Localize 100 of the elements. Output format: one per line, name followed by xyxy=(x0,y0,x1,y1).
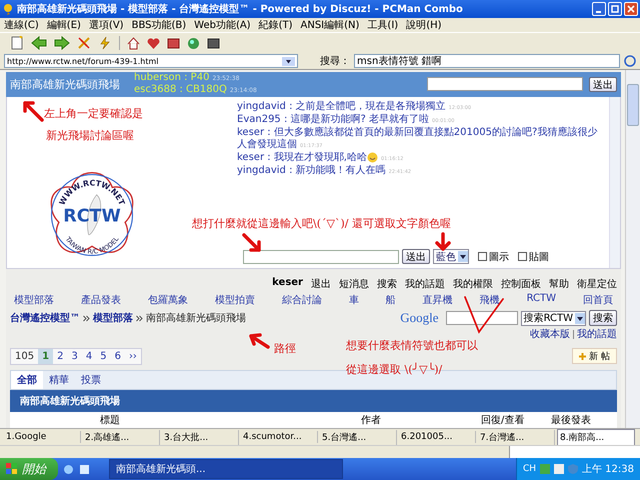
forward-arrow-icon[interactable] xyxy=(54,36,70,50)
browser-tab[interactable]: 8.南部高... xyxy=(557,428,635,446)
search-button[interactable]: 搜索 xyxy=(589,310,617,326)
annotation-text: 路徑 xyxy=(274,341,296,356)
lightning-icon[interactable] xyxy=(98,36,112,50)
globe-icon[interactable] xyxy=(187,36,200,50)
user-link[interactable]: 退出 xyxy=(311,277,331,291)
breadcrumb-item: 南部高雄新光碼頭飛場 xyxy=(146,312,246,325)
nav-link[interactable]: RCTW xyxy=(526,293,556,307)
quick-launch-icon[interactable] xyxy=(63,464,74,474)
nav-link[interactable]: 綜合討論 xyxy=(282,293,322,307)
new-page-icon[interactable] xyxy=(10,36,24,50)
page-link[interactable]: 1 xyxy=(38,348,54,364)
browser-tab[interactable]: 7.台灣遙... xyxy=(478,430,555,444)
nav-link[interactable]: 飛機 xyxy=(480,293,500,307)
browser-tab[interactable]: 5.台灣遙... xyxy=(320,430,397,444)
page-total: 105 xyxy=(14,350,36,364)
close-icon xyxy=(627,5,635,13)
menu-item[interactable]: 紀錄(T) xyxy=(258,18,293,32)
menu-item[interactable]: 連線(C) xyxy=(4,18,39,32)
page-link[interactable]: 6 xyxy=(110,348,125,364)
minimize-button[interactable] xyxy=(592,2,606,16)
page-link[interactable]: 4 xyxy=(82,348,96,364)
nav-link[interactable]: 車 xyxy=(348,293,359,307)
quick-link[interactable]: 收藏本版 xyxy=(530,327,570,341)
nav-link[interactable]: 產品發表 xyxy=(80,293,121,307)
page-link[interactable]: 3 xyxy=(67,348,82,364)
scrollbar[interactable] xyxy=(609,96,620,268)
search-scope-select[interactable]: 搜索RCTW xyxy=(520,310,586,326)
nav-link[interactable]: 直昇機 xyxy=(422,293,453,307)
home-icon[interactable] xyxy=(127,36,140,50)
dropdown-caret-icon xyxy=(575,312,585,324)
user-link[interactable]: 衛星定位 xyxy=(577,277,617,291)
dropdown-caret-icon xyxy=(282,56,295,66)
browser-tab[interactable]: 1.Google xyxy=(4,431,81,443)
new-post-button[interactable]: 新 帖 xyxy=(572,348,617,364)
checkbox[interactable] xyxy=(518,252,527,261)
column-header: 作者 xyxy=(361,414,382,427)
filter-tab[interactable]: 全部 xyxy=(11,371,43,389)
shout-top-field[interactable] xyxy=(427,77,583,92)
google-search-field[interactable] xyxy=(446,311,518,325)
menu-item[interactable]: 工具(I) xyxy=(367,18,398,32)
annotation-arrow xyxy=(242,233,262,253)
color-select[interactable]: 藍色 xyxy=(433,249,469,264)
clock: 上午 12:38 xyxy=(582,462,634,476)
user-link[interactable]: keser xyxy=(272,277,303,291)
browser-tab[interactable]: 2.高雄遙... xyxy=(83,430,160,444)
nav-link[interactable]: 模型部落 xyxy=(14,293,54,307)
nav-link[interactable]: 包羅萬象 xyxy=(148,293,188,307)
send-button[interactable]: 送出 xyxy=(402,249,430,264)
google-logo: Google xyxy=(400,310,439,326)
user-link[interactable]: 我的話題 xyxy=(405,277,445,291)
browser-tab[interactable]: 6.201005... xyxy=(399,431,476,443)
annotation-arrow xyxy=(22,100,44,122)
filter-tab[interactable]: 精華 xyxy=(43,371,75,389)
search-field[interactable]: msn表情符號 錯啊 xyxy=(354,54,620,68)
menu-item[interactable]: BBS功能(B) xyxy=(132,18,186,32)
user-link[interactable]: 幫助 xyxy=(549,277,569,291)
address-field[interactable]: http://www.rctw.net/forum-439-1.html xyxy=(4,54,298,68)
heart-icon[interactable] xyxy=(147,36,160,50)
annotation-arrow xyxy=(248,332,270,350)
taskbar-task[interactable]: 南部高雄新光碼頭... xyxy=(109,459,343,479)
chevron-icon xyxy=(83,314,90,322)
user-link[interactable]: 短消息 xyxy=(339,277,369,291)
dropdown-caret-icon xyxy=(458,251,468,262)
back-arrow-icon[interactable] xyxy=(31,36,47,50)
annotation-text: 想要什麼表情符號也都可以 xyxy=(346,338,478,353)
next-page-link[interactable]: ›› xyxy=(124,348,141,364)
checkbox[interactable] xyxy=(478,252,487,261)
terminal-icon[interactable] xyxy=(207,36,220,50)
filter-tab[interactable]: 投票 xyxy=(75,371,107,389)
maximize-button[interactable] xyxy=(608,2,622,16)
column-header: 回復/查看 xyxy=(481,414,526,427)
user-link[interactable]: 我的權限 xyxy=(453,277,493,291)
column-header: 最後發表 xyxy=(551,414,592,427)
browser-tab[interactable]: 4.scumotor... xyxy=(241,431,318,443)
nav-link[interactable]: 模型拍賣 xyxy=(214,293,255,307)
close-button[interactable] xyxy=(624,2,638,16)
quick-launch-icon[interactable] xyxy=(79,464,90,474)
quick-link[interactable]: 我的話題 xyxy=(577,327,617,341)
browser-tab[interactable]: 3.台大批... xyxy=(162,430,239,444)
user-link[interactable]: 控制面板 xyxy=(501,277,541,291)
menu-item[interactable]: Web功能(A) xyxy=(194,18,251,32)
menu-item[interactable]: 編輯(E) xyxy=(46,18,81,32)
page-link[interactable]: 2 xyxy=(53,348,68,364)
scrollbar[interactable] xyxy=(625,70,640,428)
nav-link[interactable]: 船 xyxy=(386,293,396,307)
breadcrumb-item[interactable]: 台灣遙控模型™ xyxy=(10,311,80,325)
menu-item[interactable]: 說明(H) xyxy=(406,18,442,32)
send-button[interactable]: 送出 xyxy=(589,76,617,92)
chat-input-field[interactable] xyxy=(243,250,399,264)
page-link[interactable]: 5 xyxy=(96,348,111,364)
menu-item[interactable]: 選項(V) xyxy=(88,18,124,32)
column-header: 標題 xyxy=(100,414,121,427)
menu-item[interactable]: ANSI編輯(N) xyxy=(300,18,360,32)
user-link[interactable]: 搜索 xyxy=(377,277,397,291)
window-title: 南部高雄新光碼頭飛場 - 模型部落 - 台灣遙控模型™ - Powered by Discuz! - PCMan Combo xyxy=(17,2,464,16)
breadcrumb-item[interactable]: 模型部落 xyxy=(93,311,133,325)
checkbox-label: 圖示 xyxy=(489,250,509,264)
nav-link[interactable]: 回首頁 xyxy=(582,293,613,307)
